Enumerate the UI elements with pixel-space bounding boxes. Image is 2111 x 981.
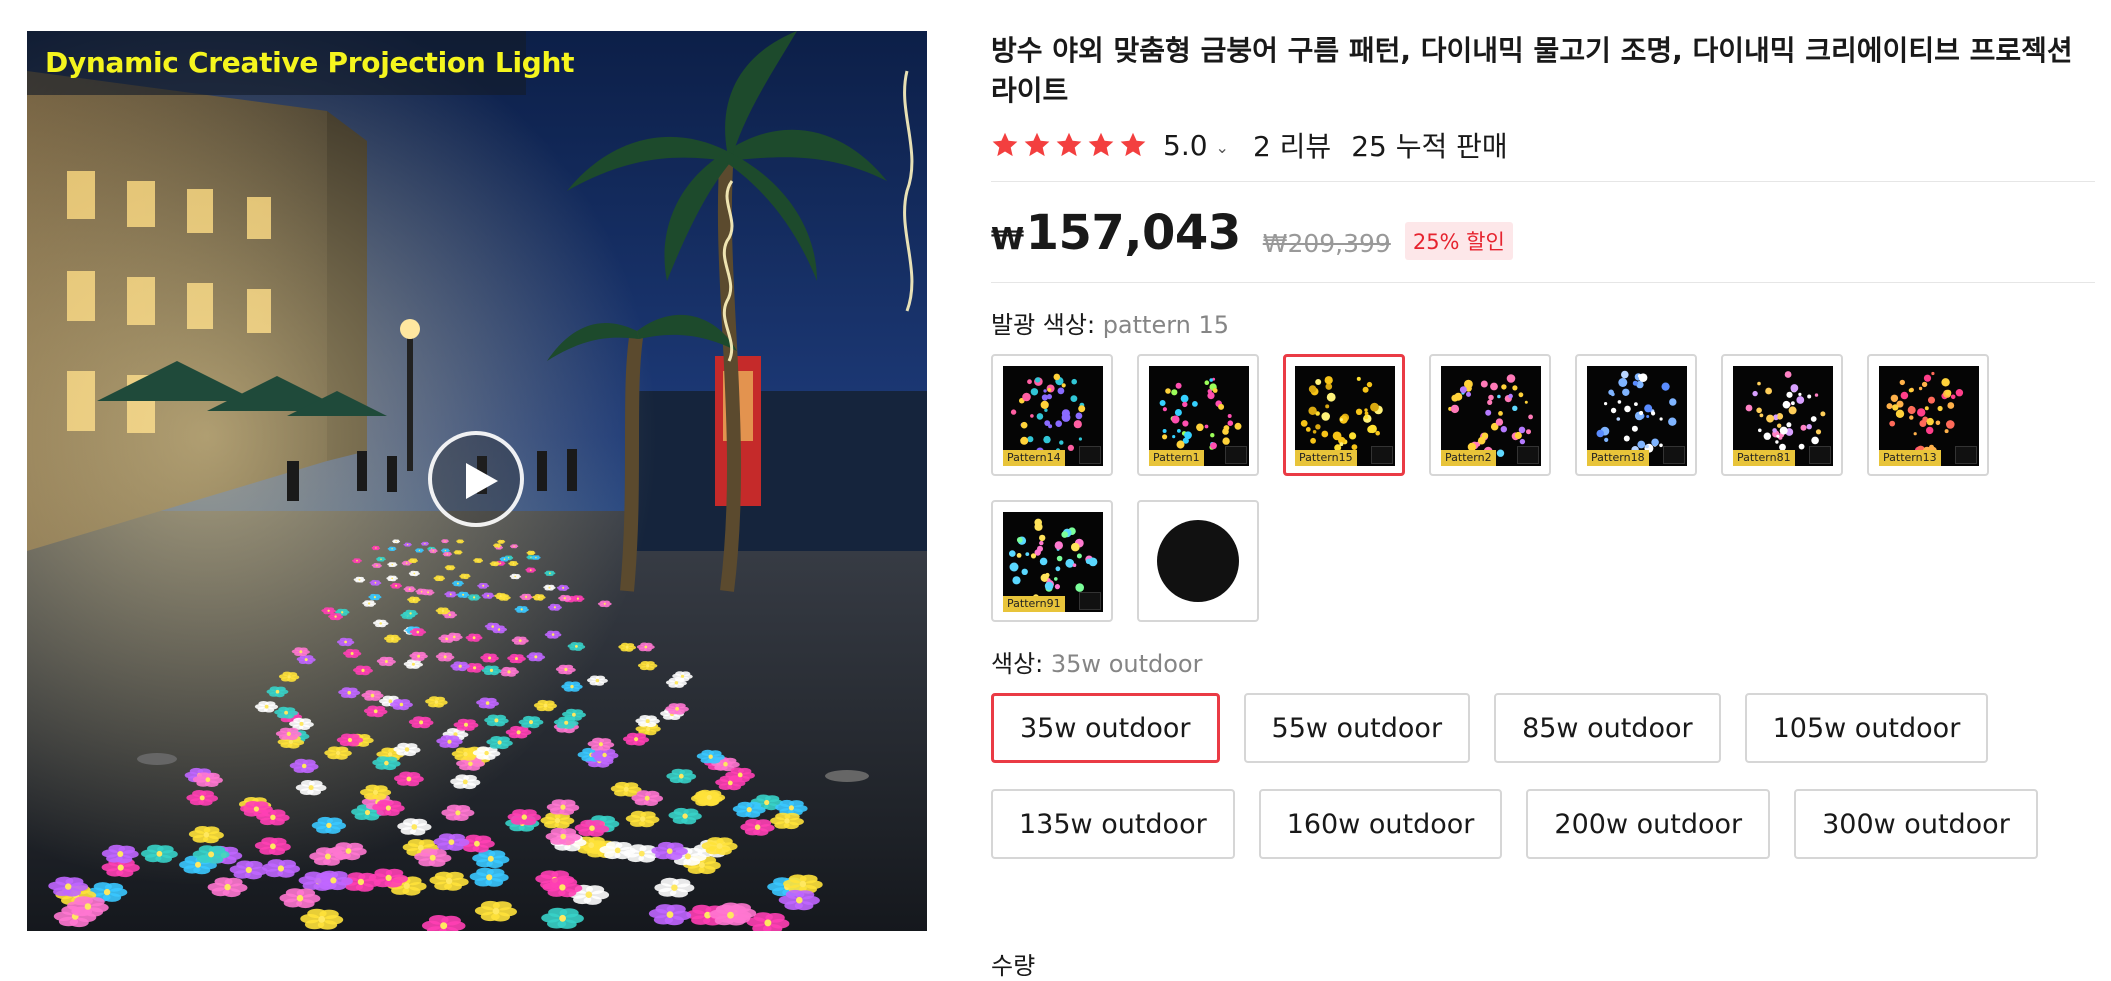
star-icon [1024,132,1050,157]
pattern-thumbnail: Pattern18 [1587,366,1687,466]
size-option-button[interactable]: 35w outdoor [991,693,1220,763]
pattern-tag: Pattern1 [1149,450,1204,466]
play-video-button[interactable] [428,431,524,527]
pattern-thumbnail: Pattern91 [1003,512,1103,612]
pattern-thumbnail: Pattern14 [1003,366,1103,466]
pattern-option-label: 발광 색상: pattern 15 [991,305,2095,340]
price-row: ₩157,043 ₩209,399 25% 할인 [991,182,2095,268]
rating-score[interactable]: 5.0 [1163,129,1208,162]
preview-inset [1517,446,1539,464]
pattern-thumbnail: Pattern1 [1149,366,1249,466]
pattern-tag: Pattern15 [1295,450,1357,466]
pattern-swatch[interactable]: Pattern14 [991,354,1113,476]
chevron-down-icon[interactable]: ⌄ [1216,138,1229,157]
divider [991,282,2095,283]
rating-stars [991,131,1147,159]
size-option-list: 35w outdoor 55w outdoor 85w outdoor 105w ou… [991,693,2095,859]
pattern-tag: Pattern91 [1003,596,1065,612]
pattern-label-text: 발광 색상: [991,311,1096,339]
pattern-thumbnail: Pattern2 [1441,366,1541,466]
pattern-thumbnail: Pattern15 [1295,366,1395,466]
size-option-button[interactable]: 160w outdoor [1258,789,1503,859]
pattern-tag: Pattern81 [1733,450,1795,466]
size-option-button[interactable]: 200w outdoor [1526,789,1771,859]
size-option-button[interactable]: 55w outdoor [1243,693,1471,763]
preview-inset [1079,446,1101,464]
size-option-button[interactable]: 300w outdoor [1794,789,2038,859]
preview-inset [1371,446,1393,464]
size-option-button[interactable]: 85w outdoor [1494,693,1721,763]
product-title: 방수 야외 맞춤형 금붕어 구름 패턴, 다이내믹 물고기 조명, 다이내믹 크… [991,34,2073,107]
gobo-circle-image [1157,520,1239,602]
pattern-selected-value: pattern 15 [1102,311,1230,339]
pattern-thumbnail: Pattern13 [1879,366,1979,466]
current-price: ₩157,043 [991,205,1241,268]
pattern-swatch[interactable]: Pattern13 [1867,354,1989,476]
preview-inset [1809,446,1831,464]
pattern-swatch[interactable]: Pattern15 [1283,354,1405,476]
size-option-button[interactable]: 135w outdoor [991,789,1235,859]
discount-badge: 25% 할인 [1404,222,1513,260]
play-icon [466,463,498,499]
pattern-swatch[interactable]: Pattern91 [991,500,1113,622]
star-icon [1088,132,1114,157]
star-icon [1056,132,1082,157]
quantity-label: 수량 [991,952,1036,980]
star-icon [992,132,1018,157]
size-label-text: 색상: [991,650,1044,678]
pattern-tag: Pattern13 [1879,450,1941,466]
original-price: ₩209,399 [1262,229,1391,258]
pattern-swatch-list: Pattern14 Pattern1 Pattern15 Pattern2 Patter… [991,354,2095,622]
product-info-panel: 방수 야외 맞춤형 금붕어 구름 패턴, 다이내믹 물고기 조명, 다이내믹 크… [991,31,2095,859]
size-option-button[interactable]: 105w outdoor [1744,693,1989,763]
preview-inset [1955,446,1977,464]
price-value: 157,043 [1025,205,1242,261]
pattern-tag: Pattern2 [1441,450,1496,466]
preview-inset [1225,446,1247,464]
currency-symbol: ₩ [991,222,1024,257]
pattern-swatch[interactable]: Pattern2 [1429,354,1551,476]
size-option-label: 색상: 35w outdoor [991,644,2095,679]
pattern-swatch[interactable]: Pattern81 [1721,354,1843,476]
sold-count: 25 누적 판매 [1351,130,1508,163]
product-main-image[interactable]: Dynamic Creative Projection Light [27,31,927,931]
pattern-swatch[interactable]: Pattern1 [1137,354,1259,476]
video-banner-text: Dynamic Creative Projection Light [27,31,575,95]
rating-row: 5.0 ⌄ 2 리뷰 25 누적 판매 [991,125,2095,165]
star-icon [1120,132,1146,157]
pattern-swatch[interactable]: Pattern18 [1575,354,1697,476]
preview-inset [1079,592,1101,610]
pattern-swatch[interactable] [1137,500,1259,622]
pattern-tag: Pattern18 [1587,450,1649,466]
review-count-link[interactable]: 2 리뷰 [1253,125,1331,165]
pattern-thumbnail: Pattern81 [1733,366,1833,466]
pattern-tag: Pattern14 [1003,450,1065,466]
size-selected-value: 35w outdoor [1050,650,1203,678]
preview-inset [1663,446,1685,464]
